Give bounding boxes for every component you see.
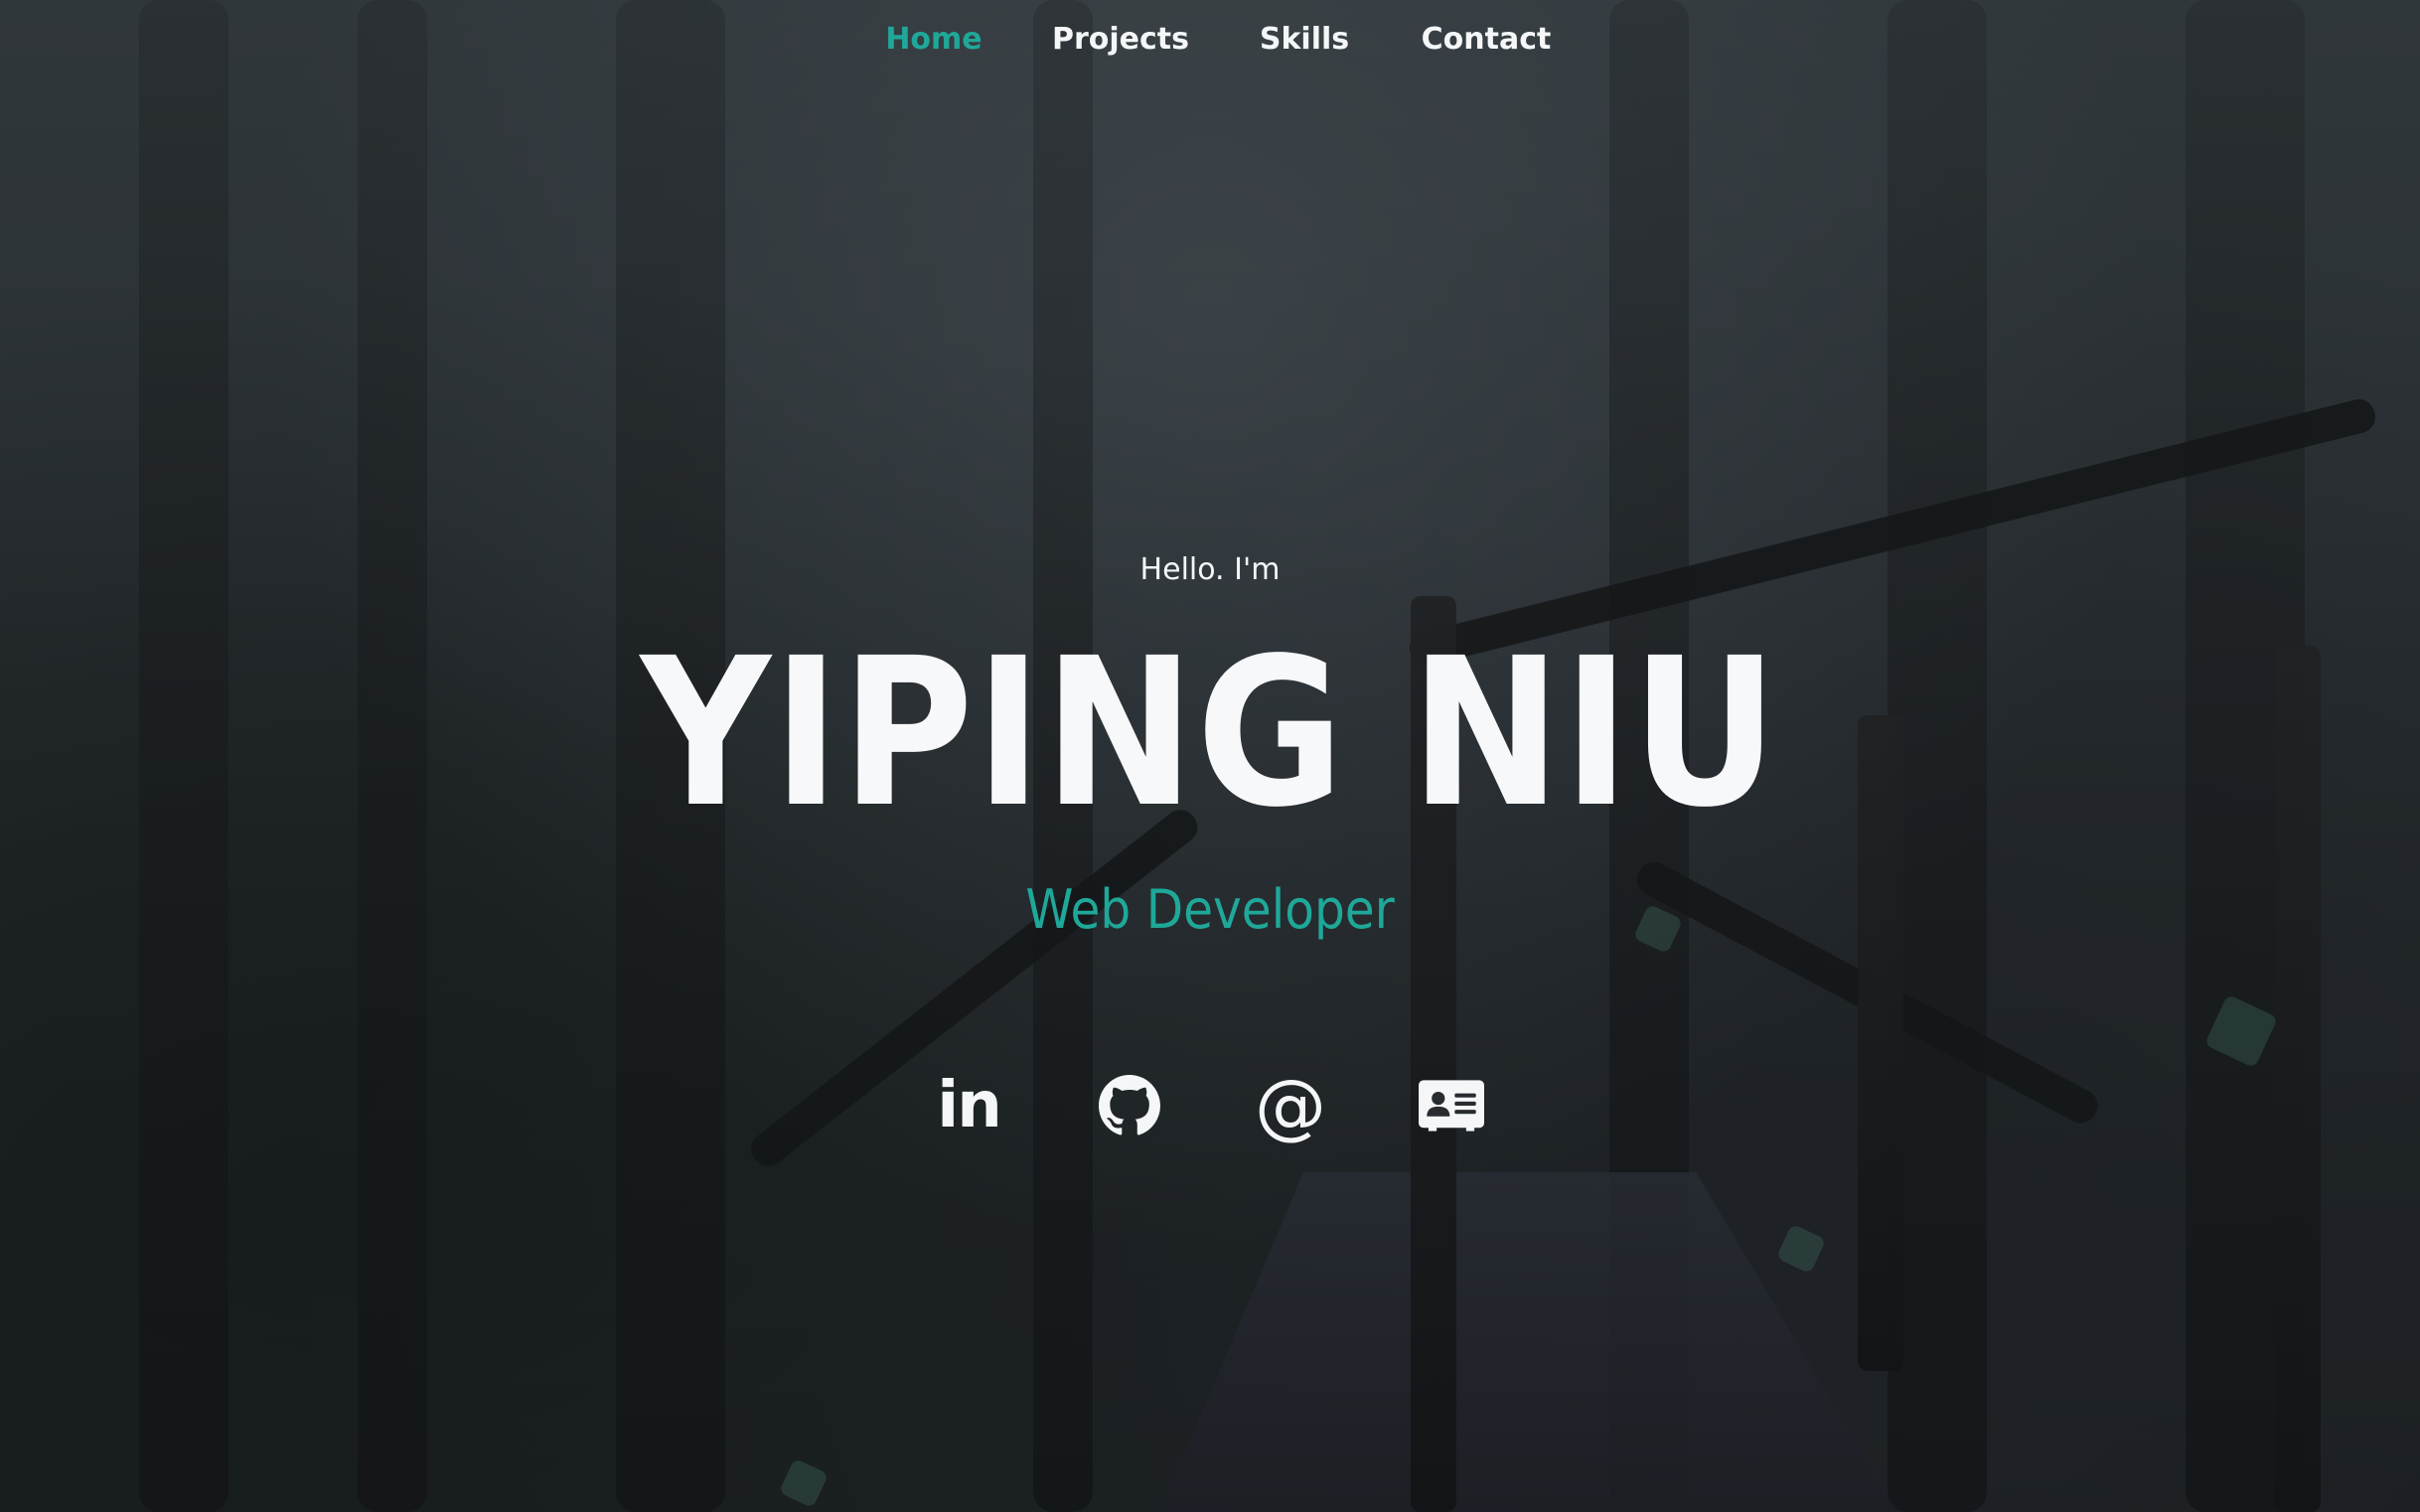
linkedin-icon: in (937, 1069, 1001, 1142)
nav-home-link[interactable]: Home (841, 22, 1026, 57)
nav-contact-link[interactable]: Contact (1394, 22, 1579, 57)
hero-role: Web Developer (1025, 878, 1395, 941)
github-link[interactable] (1097, 1073, 1162, 1138)
linkedin-link[interactable]: in (936, 1073, 1001, 1138)
hero-greeting: Hello. I'm (1139, 552, 1281, 587)
nav-projects-link[interactable]: Projects (1026, 22, 1215, 57)
light-glint (1775, 1223, 1827, 1275)
contact-card-icon (1419, 1080, 1484, 1132)
at-icon: @ (1255, 1064, 1326, 1147)
wooden-bridge-path (1152, 1172, 1907, 1512)
resume-link[interactable] (1419, 1073, 1484, 1138)
light-glint (778, 1457, 830, 1509)
top-nav: Home Projects Skills Contact (0, 22, 2420, 57)
github-icon (1099, 1075, 1160, 1135)
email-link[interactable]: @ (1255, 1064, 1326, 1147)
hero-name: YIPING NIU (640, 614, 1780, 852)
social-links: in @ (0, 1064, 2420, 1147)
nav-skills-link[interactable]: Skills (1215, 22, 1394, 57)
